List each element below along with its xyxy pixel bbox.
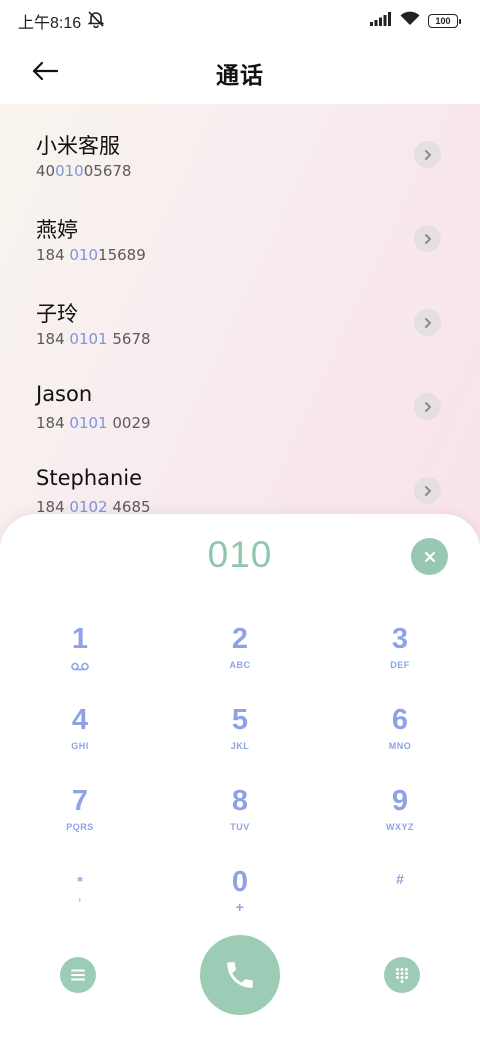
battery-indicator: 100 (428, 14, 461, 28)
key-digit: 7 (71, 785, 89, 817)
status-left: 上午8:16 (18, 9, 105, 33)
chevron-right-icon (424, 401, 431, 412)
key-digit: # (396, 871, 404, 887)
key-digit: 5 (231, 704, 249, 736)
key-star[interactable]: * , (20, 864, 140, 936)
contact-detail-button[interactable] (414, 225, 441, 252)
contact-detail-button[interactable] (414, 141, 441, 168)
menu-icon (71, 969, 85, 981)
key-letters: TUV (230, 822, 250, 832)
contact-detail-button[interactable] (414, 477, 441, 504)
contact-name: Stephanie (36, 466, 143, 490)
contact-name: 燕婷 (36, 218, 78, 242)
contact-result-row[interactable]: Jason 184 0101 0029 (0, 356, 480, 440)
key-letters: JKL (230, 741, 250, 751)
status-bar: 上午8:16 100 (0, 0, 480, 42)
chevron-right-icon (424, 485, 431, 496)
close-icon (424, 551, 435, 562)
chevron-right-icon (424, 317, 431, 328)
back-button[interactable] (28, 56, 62, 90)
dialed-number-display: 010 (207, 534, 273, 575)
status-right: 100 (370, 11, 461, 31)
key-digit: 8 (231, 785, 249, 817)
phone-icon (227, 962, 253, 988)
contact-number: 184 0101 0029 (36, 414, 151, 432)
bell-muted-icon (87, 10, 105, 33)
contact-name: 小米客服 (36, 134, 120, 158)
key-letters: ABC (229, 660, 251, 670)
page-title: 通话 (216, 62, 264, 88)
keypad-icon (396, 968, 408, 983)
clear-button[interactable] (411, 538, 448, 575)
key-letters: , (78, 892, 82, 902)
status-time: 上午8:16 (18, 15, 82, 32)
call-button[interactable] (200, 935, 280, 1015)
key-4[interactable]: 4 GHI (20, 703, 140, 775)
contact-detail-button[interactable] (414, 309, 441, 336)
dialpad-panel: 010 1 2 ABC 3 DEF 4 GHI 5 JKL 6 MNO 7 PQ… (0, 514, 480, 1040)
contact-detail-button[interactable] (414, 393, 441, 420)
arrow-left-icon (32, 61, 59, 86)
contact-name: Jason (36, 382, 93, 406)
contact-number: 184 01015689 (36, 246, 146, 264)
key-letters: PQRS (66, 822, 94, 832)
contact-result-row[interactable]: 子玲 184 0101 5678 (0, 272, 480, 356)
contact-result-row[interactable]: 小米客服 4001005678 (0, 104, 480, 188)
key-digit: 4 (71, 704, 89, 736)
contact-result-row[interactable]: 燕婷 184 01015689 (0, 188, 480, 272)
contact-number: 184 0101 5678 (36, 330, 151, 348)
wifi-icon (400, 11, 420, 31)
key-8[interactable]: 8 TUV (180, 784, 300, 856)
key-1[interactable]: 1 (20, 622, 140, 694)
key-digit: 9 (391, 785, 409, 817)
key-2[interactable]: 2 ABC (180, 622, 300, 694)
key-5[interactable]: 5 JKL (180, 703, 300, 775)
key-digit: 1 (71, 623, 89, 655)
key-digit: 6 (391, 704, 409, 736)
key-6[interactable]: 6 MNO (340, 703, 460, 775)
key-letters: MNO (388, 741, 412, 751)
chevron-right-icon (424, 149, 431, 160)
number-match-highlight: 010 (55, 162, 84, 180)
voicemail-icon (71, 658, 89, 676)
key-0[interactable]: 0 + (180, 865, 300, 937)
signal-icon (370, 11, 392, 31)
keypad-toggle-button[interactable] (384, 957, 420, 993)
key-digit: 3 (391, 623, 409, 655)
key-letters: GHI (71, 741, 89, 751)
key-digit: 0 (231, 866, 249, 898)
key-digit: 2 (231, 623, 249, 655)
contact-results-list: 小米客服 4001005678 燕婷 184 01015689 子玲 184 0… (0, 104, 480, 544)
key-pound[interactable]: # (340, 862, 460, 934)
contact-name: 子玲 (36, 302, 78, 326)
menu-button[interactable] (60, 957, 96, 993)
key-letters: DEF (390, 660, 410, 670)
key-3[interactable]: 3 DEF (340, 622, 460, 694)
key-9[interactable]: 9 WXYZ (340, 784, 460, 856)
contact-result-row[interactable]: Stephanie 184 0102 4685 (0, 440, 480, 524)
number-match-highlight: 0101 (69, 330, 108, 348)
key-letters: WXYZ (386, 822, 414, 832)
header: 通话 (0, 42, 480, 104)
key-7[interactable]: 7 PQRS (20, 784, 140, 856)
contact-number: 4001005678 (36, 162, 132, 180)
number-match-highlight: 0101 (69, 414, 108, 432)
key-letters: + (235, 899, 245, 915)
number-match-highlight: 010 (69, 246, 99, 264)
chevron-right-icon (424, 233, 431, 244)
